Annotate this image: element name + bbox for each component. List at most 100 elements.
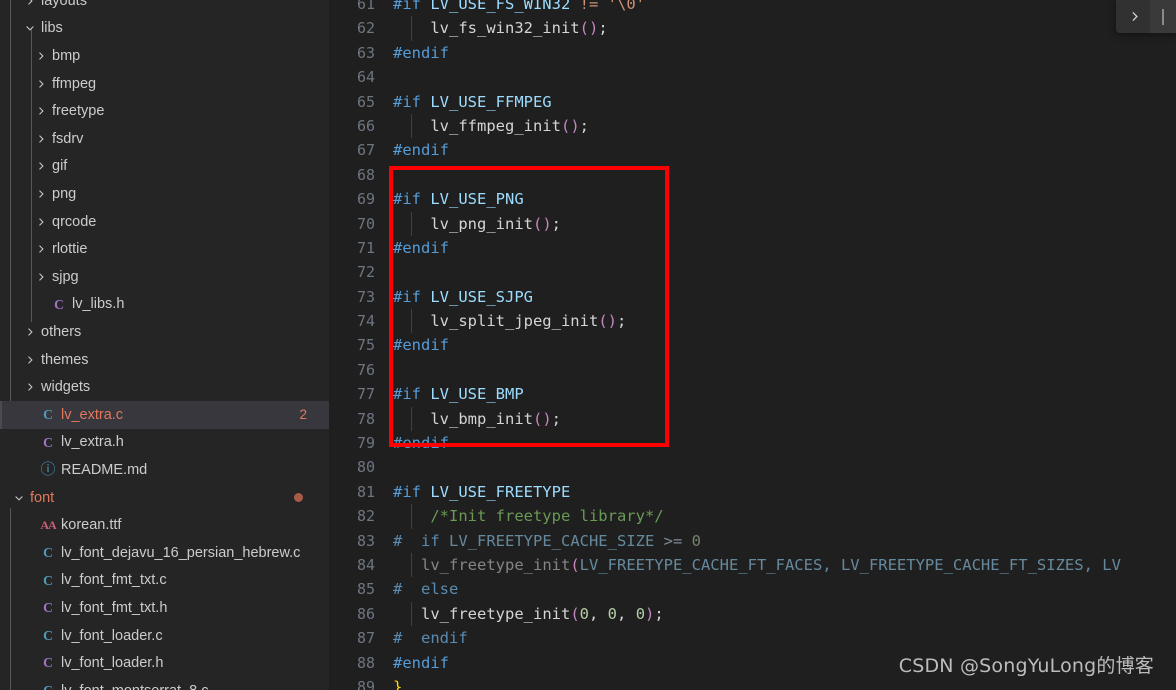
chevron-right-icon[interactable] <box>32 271 49 283</box>
tree-item-widgets[interactable]: widgets <box>0 373 329 401</box>
code-token: LV_FREETYPE_CACHE_SIZE <box>449 531 655 550</box>
font-file-icon: AA <box>40 518 56 533</box>
file-explorer-sidebar[interactable]: layouts libs bmp ffmpeg freetype fsdrv gif png q… <box>0 0 329 690</box>
code-line[interactable]: 78 lv_bmp_init(); <box>329 406 1176 432</box>
line-number: 72 <box>356 263 375 282</box>
code-token: () <box>532 214 552 233</box>
tree-item-lv-font-loader-h[interactable]: Clv_font_loader.h <box>0 649 329 677</box>
code-text: # endif <box>393 626 468 650</box>
code-line[interactable]: 75 #endif <box>329 333 1176 357</box>
code-line[interactable]: 72 <box>329 260 1176 284</box>
chevron-right-icon[interactable] <box>32 78 49 90</box>
code-indent-guide <box>411 406 412 432</box>
chevron-right-icon[interactable] <box>32 243 49 255</box>
chevron-right-icon[interactable] <box>21 381 38 393</box>
chevron-down-icon[interactable] <box>21 22 38 34</box>
code-indent-guide <box>411 552 412 578</box>
code-line[interactable]: 86 lv_freetype_init(0, 0, 0); <box>329 601 1176 627</box>
code-line[interactable]: 68 <box>329 163 1176 187</box>
code-token: # endif <box>393 629 468 648</box>
code-line[interactable]: 73 #if LV_USE_SJPG <box>329 285 1176 309</box>
line-number: 88 <box>356 653 375 672</box>
editor-top-right-overlay[interactable] <box>1116 0 1176 33</box>
line-number: 84 <box>356 555 375 574</box>
tree-item-gif[interactable]: gif <box>0 153 329 181</box>
code-token: ; <box>551 214 561 233</box>
modified-dot-badge <box>294 493 303 503</box>
tree-item-font[interactable]: font <box>0 484 329 512</box>
tree-item-lv-font-fmt-txt-h[interactable]: Clv_font_fmt_txt.h <box>0 594 329 622</box>
code-line[interactable]: 82 /*Init freetype library*/ <box>329 504 1176 529</box>
tree-item-others[interactable]: others <box>0 318 329 346</box>
code-line[interactable]: 87 # endif <box>329 626 1176 650</box>
tree-item-lv-font-montserrat-8-c[interactable]: Clv_font_montserrat_8.c <box>0 677 329 690</box>
code-line[interactable]: 67 #endif <box>329 138 1176 162</box>
tree-item-layouts[interactable]: layouts <box>0 0 329 15</box>
code-line[interactable]: 83 # if LV_FREETYPE_CACHE_SIZE >= 0 <box>329 529 1176 553</box>
tree-item-png[interactable]: png <box>0 180 329 208</box>
code-lines[interactable]: 61 #if LV_USE_FS_WIN32 != '\0' 62 lv_fs_wi… <box>329 0 1176 690</box>
code-line[interactable]: 65 #if LV_USE_FFMPEG <box>329 90 1176 114</box>
tree-item-lv-font-loader-c[interactable]: Clv_font_loader.c <box>0 622 329 650</box>
code-line[interactable]: 81 #if LV_USE_FREETYPE <box>329 480 1176 504</box>
chevron-right-icon[interactable] <box>32 133 49 145</box>
c-source-icon: C <box>38 684 58 690</box>
line-number: 66 <box>356 116 375 135</box>
tree-item-lv-libs-h[interactable]: Clv_libs.h <box>0 291 329 319</box>
chevron-right-icon[interactable] <box>1120 3 1148 31</box>
code-line[interactable]: 76 <box>329 358 1176 382</box>
tree-item-qrcode[interactable]: qrcode <box>0 208 329 236</box>
tree-item-themes[interactable]: themes <box>0 346 329 374</box>
code-line[interactable]: 70 lv_png_init(); <box>329 211 1176 236</box>
tree-item-lv-font-dejavu-16-persian-hebrew-c[interactable]: Clv_font_dejavu_16_persian_hebrew.c <box>0 539 329 567</box>
code-line[interactable]: 77 #if LV_USE_BMP <box>329 382 1176 406</box>
chevron-right-icon[interactable] <box>32 188 49 200</box>
tree-item-bmp[interactable]: bmp <box>0 42 329 70</box>
code-line[interactable]: 62 lv_fs_win32_init(); <box>329 16 1176 41</box>
code-line[interactable]: 64 <box>329 65 1176 89</box>
line-number: 76 <box>356 360 375 379</box>
code-line[interactable]: 71 #endif <box>329 236 1176 260</box>
tree-item-ffmpeg[interactable]: ffmpeg <box>0 70 329 98</box>
tree-item-freetype[interactable]: freetype <box>0 97 329 125</box>
code-line[interactable]: 66 lv_ffmpeg_init(); <box>329 113 1176 139</box>
c-source-icon: C <box>43 407 53 423</box>
chevron-down-icon[interactable] <box>10 492 27 504</box>
chevron-right-icon[interactable] <box>32 50 49 62</box>
code-token: () <box>560 116 580 135</box>
chevron-right-icon[interactable] <box>21 354 38 366</box>
tree-item-readme-md[interactable]: ⓘ README.md <box>0 456 329 484</box>
code-line[interactable]: 61 #if LV_USE_FS_WIN32 != '\0' <box>329 0 1176 16</box>
code-token: lv_bmp_init <box>430 409 533 428</box>
tree-item-rlottie[interactable]: rlottie <box>0 235 329 263</box>
code-text: lv_freetype_init(LV_FREETYPE_CACHE_FT_FA… <box>393 553 1121 577</box>
code-token: #endif <box>393 434 449 453</box>
tree-item-sjpg[interactable]: sjpg <box>0 263 329 291</box>
tree-item-lv-font-fmt-txt-c[interactable]: Clv_font_fmt_txt.c <box>0 567 329 595</box>
chevron-right-icon[interactable] <box>32 105 49 117</box>
tree-item-korean-ttf[interactable]: AA korean.ttf <box>0 511 329 539</box>
code-line[interactable]: 80 <box>329 455 1176 479</box>
code-line[interactable]: 63 #endif <box>329 41 1176 65</box>
tree-item-lv-extra-c[interactable]: Clv_extra.c 2 <box>0 401 329 429</box>
tree-item-label: font <box>30 489 55 506</box>
chevron-right-icon[interactable] <box>32 160 49 172</box>
tree-item-lv-extra-h[interactable]: Clv_extra.h <box>0 429 329 457</box>
code-line[interactable]: 74 lv_split_jpeg_init(); <box>329 309 1176 334</box>
chevron-right-icon[interactable] <box>21 0 38 7</box>
tree-item-libs[interactable]: libs <box>0 15 329 43</box>
tree-item-label: widgets <box>41 379 91 396</box>
code-editor[interactable]: 61 #if LV_USE_FS_WIN32 != '\0' 62 lv_fs_wi… <box>329 0 1176 690</box>
code-token: LV_USE_FFMPEG <box>430 92 552 111</box>
chevron-right-icon[interactable] <box>21 326 38 338</box>
code-text: #if LV_USE_PNG <box>393 187 524 211</box>
code-line[interactable]: 69 #if LV_USE_PNG <box>329 187 1176 211</box>
chevron-right-icon[interactable] <box>32 216 49 228</box>
code-text: #if LV_USE_FS_WIN32 != '\0' <box>393 0 645 16</box>
code-token: lv_freetype_init <box>421 555 571 574</box>
code-line[interactable]: 85 # else <box>329 577 1176 601</box>
tree-item-fsdrv[interactable]: fsdrv <box>0 125 329 153</box>
code-line[interactable]: 84 lv_freetype_init(LV_FREETYPE_CACHE_FT… <box>329 552 1176 578</box>
code-line[interactable]: 79 #endif <box>329 431 1176 455</box>
